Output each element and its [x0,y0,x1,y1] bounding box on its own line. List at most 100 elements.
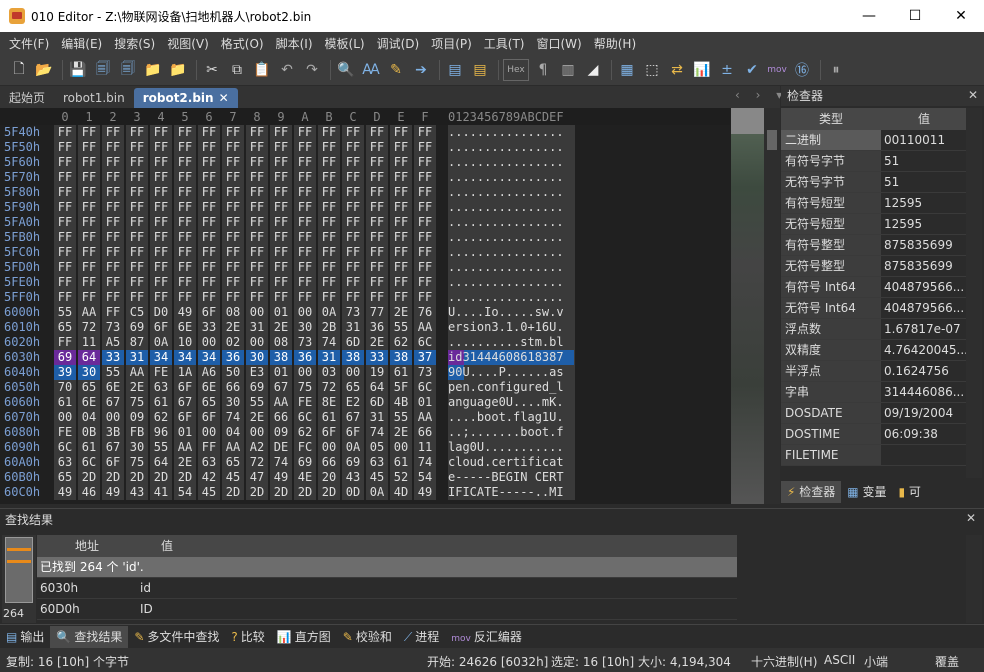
hex-editor[interactable]: 0 1 2 3 4 5 6 7 8 9 A B C D E F 0123456789ABCDEF 5F40h FF… [0,108,780,504]
menu-script[interactable]: 脚本(I) [270,35,319,52]
hex-byte[interactable]: 43 [126,485,148,500]
hex-byte[interactable]: 2E [270,320,292,335]
inspector-row[interactable]: DOSTIME 06:09:38 [781,424,967,445]
check-icon[interactable]: ✔ [741,59,763,81]
hex-byte[interactable]: FF [390,215,412,230]
hex-byte[interactable]: FF [246,170,268,185]
hex-byte[interactable]: 2D [270,485,292,500]
tab-process[interactable]: ⟋ 进程 [398,626,445,648]
hex-byte[interactable]: 62 [150,410,172,425]
hex-row[interactable]: 5F90h FF FF FF FF FF FF FF FF FF FF FF FF FF FF FF FF...… [0,200,730,215]
hex-byte[interactable]: FF [78,200,100,215]
find-icon[interactable]: 🔍 [335,59,357,81]
hex-byte[interactable]: FF [246,245,268,260]
hex-byte[interactable]: FF [126,290,148,305]
hex-byte[interactable]: FF [222,260,244,275]
hex-byte[interactable]: 00 [246,425,268,440]
hex-byte[interactable]: FF [342,170,364,185]
hex-byte[interactable]: 6D [342,335,364,350]
hex-byte[interactable]: 52 [390,470,412,485]
hex-byte[interactable]: FF [246,290,268,305]
hex-byte[interactable]: FF [342,155,364,170]
hex-scrollbar[interactable] [764,108,780,504]
inspector-scrollbar[interactable] [966,108,982,478]
hex-byte[interactable]: FF [150,155,172,170]
inspector-row[interactable]: 有符号整型 875835699 [781,235,967,256]
hex-byte[interactable]: 6F [102,455,124,470]
hex-byte[interactable]: FF [198,230,220,245]
hex-byte[interactable]: AA [270,395,292,410]
hex-byte[interactable]: FF [102,185,124,200]
hex-byte[interactable]: FF [150,245,172,260]
hex-byte[interactable]: AA [174,440,196,455]
inspector-value[interactable]: 4.76420045... [881,340,967,360]
hex-byte[interactable]: FF [366,200,388,215]
hex-byte[interactable]: 38 [390,350,412,365]
hex-byte[interactable]: FF [414,215,436,230]
tab-histogram[interactable]: 📊 直方图 [271,626,337,648]
hex-byte[interactable]: FF [318,275,340,290]
hex-byte[interactable]: 19 [366,365,388,380]
ascii-text[interactable]: ................ [448,185,564,199]
hex-byte[interactable]: 2D [246,485,268,500]
hex-row[interactable]: 5F40h FF FF FF FF FF FF FF FF FF FF FF FF FF FF FF FF...… [0,125,730,140]
hex-byte[interactable]: FF [150,275,172,290]
minimap[interactable] [731,108,764,504]
base-convert-icon[interactable]: ⑯ [791,59,813,81]
hex-byte[interactable]: FF [390,140,412,155]
hex-byte[interactable]: 34 [174,350,196,365]
hex-byte[interactable]: 74 [270,455,292,470]
hex-byte[interactable]: FC [294,440,316,455]
hex-byte[interactable]: FF [102,290,124,305]
hex-row[interactable]: 5FA0h FF FF FF FF FF FF FF FF FF FF FF FF FF FF FF FF...… [0,215,730,230]
hex-byte[interactable]: 30 [222,395,244,410]
hex-byte[interactable]: 75 [126,455,148,470]
hex-row[interactable]: 5F70h FF FF FF FF FF FF FF FF FF FF FF FF FF FF FF FF...… [0,170,730,185]
hex-byte[interactable]: FF [222,140,244,155]
hex-byte[interactable]: 49 [54,485,76,500]
hex-byte[interactable]: 2E [246,410,268,425]
hex-byte[interactable]: FF [78,230,100,245]
hex-byte[interactable]: FF [342,245,364,260]
inspector-value[interactable]: 12595 [881,214,967,234]
hex-byte[interactable]: 67 [102,440,124,455]
hex-byte[interactable]: FF [126,200,148,215]
bookmark-icon[interactable]: ⬚ [641,59,663,81]
hex-byte[interactable]: FF [270,230,292,245]
hex-byte[interactable]: FF [78,125,100,140]
hex-byte[interactable]: FF [174,155,196,170]
hex-byte[interactable]: 55 [246,395,268,410]
hex-byte[interactable]: A5 [102,335,124,350]
hex-byte[interactable]: FF [222,290,244,305]
hex-byte[interactable]: FF [390,125,412,140]
ascii-text[interactable]: ..;.......boot.f [448,425,564,439]
hex-byte[interactable]: 72 [246,455,268,470]
inspector-value[interactable]: 06:09:38 [881,424,967,444]
minimize-button[interactable]: — [846,0,892,32]
hex-byte[interactable]: 6C [414,335,436,350]
hex-byte[interactable]: FF [366,245,388,260]
hex-byte[interactable]: 46 [78,485,100,500]
hex-byte[interactable]: 66 [270,410,292,425]
ascii-text[interactable]: anguage0U....mK. [448,395,564,409]
hex-byte[interactable]: FF [54,215,76,230]
hex-byte[interactable]: 65 [198,395,220,410]
hex-byte[interactable]: FE [54,425,76,440]
hex-byte[interactable]: 67 [174,395,196,410]
hex-byte[interactable]: FF [126,185,148,200]
hex-byte[interactable]: 6E [102,380,124,395]
hex-row[interactable]: 6050h 70 65 6E 2E 63 6F 6E 66 69 67 75 72 65 64 5F 6C pen… [0,380,730,395]
hex-byte[interactable]: FF [198,185,220,200]
hex-byte[interactable]: 87 [126,335,148,350]
hex-row[interactable]: 6040h 39 30 55 AA FE 1A A6 50 E3 01 00 03 00 19 61 73 90U… [0,365,730,380]
inspector-value[interactable]: 12595 [881,193,967,213]
hex-byte[interactable]: 6F [174,380,196,395]
hex-byte[interactable]: FF [390,275,412,290]
hex-byte[interactable]: 69 [126,320,148,335]
paste-icon[interactable]: 📋 [251,59,273,81]
hex-byte[interactable]: FF [54,200,76,215]
find-summary-row[interactable]: 已找到 264 个 'id'. [37,557,737,578]
hex-byte[interactable]: FF [150,185,172,200]
hex-byte[interactable]: FF [390,200,412,215]
hex-byte[interactable]: FF [102,200,124,215]
